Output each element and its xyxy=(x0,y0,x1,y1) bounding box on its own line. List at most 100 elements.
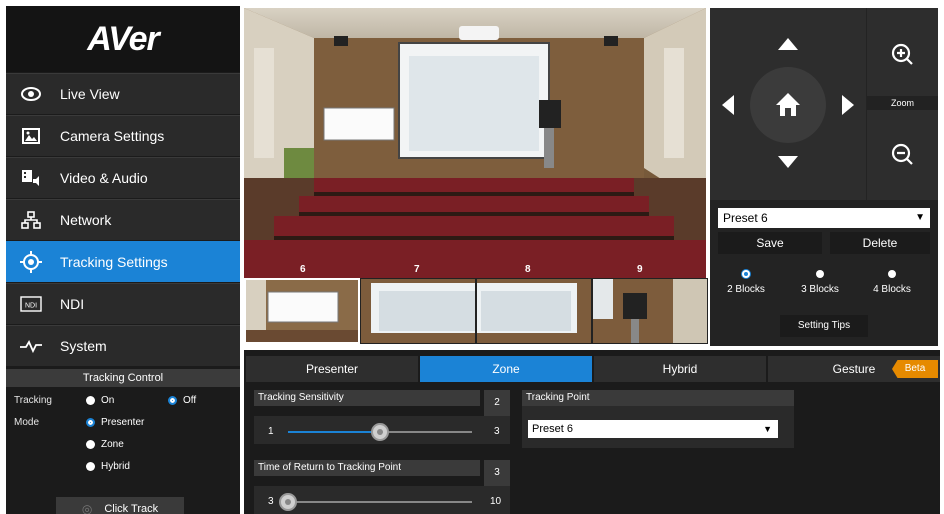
radio-dot-selected xyxy=(168,396,177,405)
tab-gesture[interactable]: Gesture Beta xyxy=(768,356,940,382)
radio-label: Presenter xyxy=(101,417,145,428)
block-number: 7 xyxy=(414,264,420,275)
tracking-control-header: Tracking Control xyxy=(6,369,240,387)
setting-tips-button[interactable]: Setting Tips xyxy=(780,315,868,337)
ptz-direction-pad xyxy=(710,8,866,200)
sidebar-item-system[interactable]: System xyxy=(6,325,240,366)
arrow-left-icon[interactable] xyxy=(722,95,734,115)
preset-thumbnail-6[interactable] xyxy=(244,278,360,344)
return-time-value: 3 xyxy=(484,460,510,486)
crosshair-icon xyxy=(20,251,42,273)
aver-logo: AVer xyxy=(6,6,240,72)
click-track-label: Click Track xyxy=(104,503,159,514)
sidebar-item-label: Live View xyxy=(60,86,120,102)
arrow-up-icon[interactable] xyxy=(778,38,798,50)
tab-presenter[interactable]: Presenter xyxy=(246,356,418,382)
tracking-off-radio[interactable]: Off xyxy=(168,395,196,406)
sidebar-item-label: Video & Audio xyxy=(60,170,148,186)
return-time-header: Time of Return to Tracking Point xyxy=(254,460,480,476)
mode-presenter-radio[interactable]: Presenter xyxy=(86,417,144,428)
arrow-down-icon[interactable] xyxy=(778,156,798,168)
radio-label: On xyxy=(101,395,115,406)
sidebar-item-camera-settings[interactable]: Camera Settings xyxy=(6,115,240,156)
blocks-option-label: 4 Blocks xyxy=(873,284,911,295)
sidebar-item-tracking-settings[interactable]: Tracking Settings xyxy=(6,241,240,282)
sidebar-item-video-audio[interactable]: Video & Audio xyxy=(6,157,240,198)
arrow-right-icon[interactable] xyxy=(842,95,854,115)
zoom-controls: Zoom xyxy=(867,8,938,200)
sidebar-item-live-view[interactable]: Live View xyxy=(6,73,240,114)
sidebar-item-ndi[interactable]: NDI NDI xyxy=(6,283,240,324)
preset-dropdown-value: Preset 6 xyxy=(723,211,768,225)
tab-zone[interactable]: Zone xyxy=(420,356,592,382)
radio-label: Off xyxy=(183,395,197,406)
tracking-mode-tabs: Presenter Zone Hybrid Gesture Beta xyxy=(246,356,940,382)
radio-dot xyxy=(816,270,824,278)
radio-dot-selected xyxy=(742,270,750,278)
return-time-track xyxy=(288,501,472,503)
block-number: 9 xyxy=(637,264,643,275)
block-number: 6 xyxy=(300,264,306,275)
radio-dot xyxy=(888,270,896,278)
radio-dot xyxy=(86,396,95,405)
preset-dropdown[interactable]: Preset 6 ▼ xyxy=(718,208,930,228)
return-time-min: 3 xyxy=(268,496,274,507)
ndi-icon: NDI xyxy=(20,293,42,315)
sidebar-item-network[interactable]: Network xyxy=(6,199,240,240)
tracking-label: Tracking xyxy=(14,395,52,406)
classroom-scene-image xyxy=(244,8,706,278)
video-audio-icon xyxy=(20,167,42,189)
click-track-button[interactable]: ◎ Click Track xyxy=(56,497,184,514)
blocks-option-3[interactable]: 3 Blocks xyxy=(790,270,850,295)
radio-label: Hybrid xyxy=(101,461,130,472)
sensitivity-slider-handle[interactable] xyxy=(371,423,389,441)
tracking-point-dropdown[interactable]: Preset 6 ▼ xyxy=(528,420,778,438)
sensitivity-max: 3 xyxy=(494,426,500,437)
radio-dot xyxy=(86,440,95,449)
sidebar-item-label: NDI xyxy=(60,296,85,312)
sidebar: AVer Live View Camera Settings Video & A… xyxy=(6,6,240,514)
zoom-in-icon[interactable] xyxy=(891,43,913,65)
ptz-control-panel: Zoom Preset 6 ▼ Save Delete 2 Blocks 3 B… xyxy=(710,8,938,346)
blocks-option-label: 2 Blocks xyxy=(727,284,765,295)
sensitivity-min: 1 xyxy=(268,426,274,437)
tracking-on-radio[interactable]: On xyxy=(86,395,114,406)
sidebar-item-label: Network xyxy=(60,212,112,228)
radio-label: Zone xyxy=(101,439,124,450)
radio-dot xyxy=(86,462,95,471)
save-button[interactable]: Save xyxy=(718,232,822,254)
radio-dot-selected xyxy=(86,418,95,427)
mode-label: Mode xyxy=(14,417,40,428)
sidebar-item-label: Tracking Settings xyxy=(60,254,168,270)
preset-thumbnail-9[interactable] xyxy=(592,278,708,344)
pulse-icon xyxy=(20,335,42,357)
network-icon xyxy=(20,209,42,231)
target-icon: ◎ xyxy=(81,502,93,514)
blocks-option-2[interactable]: 2 Blocks xyxy=(716,270,776,295)
sidebar-item-label: Camera Settings xyxy=(60,128,165,144)
chevron-down-icon: ▼ xyxy=(915,212,925,223)
zoom-out-icon[interactable] xyxy=(891,143,913,165)
sensitivity-value: 2 xyxy=(484,390,510,416)
logo-text: AVer xyxy=(87,19,160,58)
delete-button[interactable]: Delete xyxy=(830,232,930,254)
zoom-label: Zoom xyxy=(867,96,938,110)
block-number: 8 xyxy=(525,264,531,275)
tracking-settings-panel: Presenter Zone Hybrid Gesture Beta Track… xyxy=(244,350,940,514)
return-time-slider-handle[interactable] xyxy=(279,493,297,511)
tracking-control-panel: Tracking On Off Mode Presenter Zone Hybr… xyxy=(6,387,240,514)
beta-badge: Beta xyxy=(892,360,938,378)
blocks-option-4[interactable]: 4 Blocks xyxy=(862,270,922,295)
preset-thumbnail-8[interactable] xyxy=(476,278,592,344)
tracking-point-value: Preset 6 xyxy=(532,423,573,435)
mode-zone-radio[interactable]: Zone xyxy=(86,439,124,450)
mode-hybrid-radio[interactable]: Hybrid xyxy=(86,461,130,472)
chevron-down-icon: ▼ xyxy=(763,424,772,434)
preset-thumbnails xyxy=(244,278,708,344)
tracking-point-header: Tracking Point xyxy=(522,390,794,406)
live-video-feed[interactable] xyxy=(244,8,706,278)
blocks-option-label: 3 Blocks xyxy=(801,284,839,295)
sensitivity-fill xyxy=(288,431,380,433)
preset-thumbnail-7[interactable] xyxy=(360,278,476,344)
tab-hybrid[interactable]: Hybrid xyxy=(594,356,766,382)
